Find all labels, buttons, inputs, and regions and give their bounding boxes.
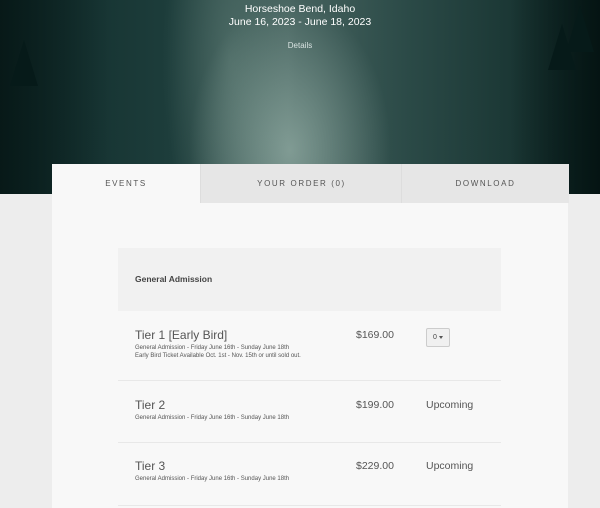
tab-your-order[interactable]: YOUR ORDER (0) — [200, 164, 402, 203]
ticket-group-header: General Admission — [118, 248, 501, 311]
ticket-row-tier-2: Tier 2 General Admission - Friday June 1… — [118, 381, 501, 443]
ticket-price: $229.00 — [356, 460, 394, 472]
ticket-name: Tier 2 — [135, 398, 166, 412]
ticket-description: General Admission - Friday June 16th - S… — [135, 476, 290, 482]
ticket-name: Tier 1 [Early Bird] — [135, 328, 228, 342]
ticket-price: $169.00 — [356, 329, 394, 341]
tab-bar: EVENTS YOUR ORDER (0) DOWNLOAD — [52, 164, 569, 203]
ticket-status: Upcoming — [426, 399, 474, 411]
ticket-row-tier-1: Tier 1 [Early Bird] General Admission - … — [118, 311, 501, 381]
quantity-select[interactable]: 0 — [426, 328, 450, 347]
ticket-row-tier-3: Tier 3 General Admission - Friday June 1… — [118, 443, 501, 506]
ticket-description: Early Bird Ticket Available Oct. 1st - N… — [135, 353, 301, 359]
event-dates: June 16, 2023 - June 18, 2023 — [228, 16, 372, 28]
ticket-name: Tier 3 — [135, 459, 166, 473]
ticket-price: $199.00 — [356, 399, 394, 411]
tab-download[interactable]: DOWNLOAD — [401, 164, 569, 203]
group-title: General Admission — [135, 274, 213, 284]
tab-events[interactable]: EVENTS — [52, 164, 200, 203]
ticket-status: Upcoming — [426, 460, 474, 472]
ticket-panel: EVENTS YOUR ORDER (0) DOWNLOAD General A… — [52, 164, 569, 508]
ticket-description: General Admission - Friday June 16th - S… — [135, 415, 290, 421]
event-location: Horseshoe Bend, Idaho — [244, 3, 356, 15]
quantity-value: 0 — [433, 334, 437, 341]
caret-down-icon — [438, 335, 443, 339]
details-link[interactable]: Details — [0, 41, 600, 50]
